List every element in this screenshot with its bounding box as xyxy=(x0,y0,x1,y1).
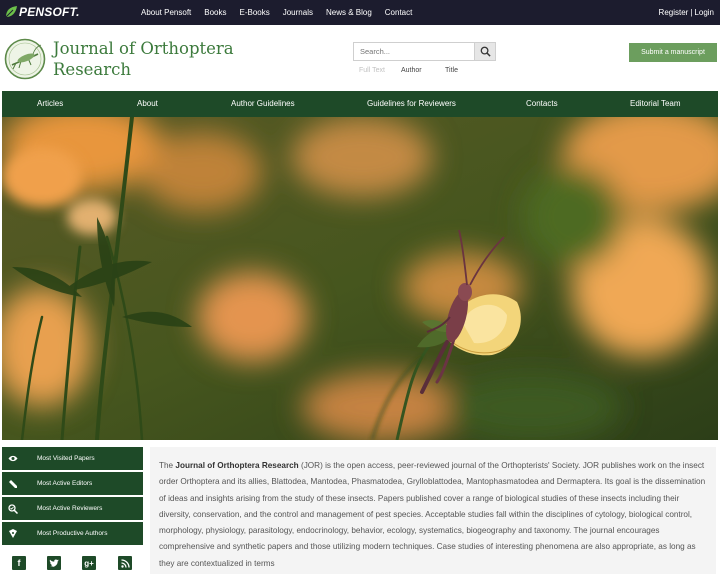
description-intro: The xyxy=(159,461,176,470)
scope-full-text[interactable]: Full Text xyxy=(359,67,385,74)
nav-author-guidelines[interactable]: Author Guidelines xyxy=(231,91,295,117)
sidebar-label: Most Active Reviewers xyxy=(37,505,103,512)
pensoft-logo[interactable]: PENSOFT. xyxy=(4,5,80,19)
sidebar-label: Most Visited Papers xyxy=(37,455,95,462)
search-icon xyxy=(480,46,491,57)
journal-title-line2: Research xyxy=(53,60,132,79)
sidebar-most-productive-authors[interactable]: Most Productive Authors xyxy=(2,522,143,545)
top-nav-about-pensoft[interactable]: About Pensoft xyxy=(141,8,191,17)
sidebar-most-active-editors[interactable]: Most Active Editors xyxy=(2,472,143,495)
user-links: Register | Login xyxy=(659,0,714,25)
search-button[interactable] xyxy=(474,42,496,61)
scope-author[interactable]: Author xyxy=(401,67,422,74)
sidebar-most-visited-papers[interactable]: Most Visited Papers xyxy=(2,447,143,470)
leaf-icon xyxy=(5,6,17,18)
sidebar-most-active-reviewers[interactable]: Most Active Reviewers xyxy=(2,497,143,520)
pen-nib-icon xyxy=(2,528,24,539)
journal-title[interactable]: Journal of Orthoptera Research xyxy=(53,38,234,80)
top-nav-journals[interactable]: Journals xyxy=(283,8,313,17)
journal-name: Journal of Orthoptera Research xyxy=(175,461,299,470)
register-link[interactable]: Register xyxy=(659,8,689,17)
scope-title[interactable]: Title xyxy=(445,67,458,74)
pencil-icon xyxy=(2,479,24,489)
top-nav-contact[interactable]: Contact xyxy=(385,8,413,17)
journal-emblem-icon[interactable] xyxy=(4,38,46,80)
top-bar: PENSOFT. About Pensoft Books E-Books Jou… xyxy=(0,0,720,25)
nav-contacts[interactable]: Contacts xyxy=(526,91,558,117)
separator: | xyxy=(690,8,693,17)
top-nav: About Pensoft Books E-Books Journals New… xyxy=(141,0,425,25)
nav-editorial-team[interactable]: Editorial Team xyxy=(630,91,681,117)
journal-title-line1: Journal of Orthoptera xyxy=(53,39,234,58)
top-nav-ebooks[interactable]: E-Books xyxy=(240,8,270,17)
description-paragraph: The Journal of Orthoptera Research (JOR)… xyxy=(159,458,709,572)
main-nav: Articles About Author Guidelines Guideli… xyxy=(2,91,718,117)
nav-guidelines-reviewers[interactable]: Guidelines for Reviewers xyxy=(367,91,456,117)
brand-name: PENSOFT. xyxy=(19,5,80,19)
rss-icon[interactable] xyxy=(118,556,132,570)
submit-manuscript-button[interactable]: Submit a manuscript xyxy=(629,43,717,62)
top-nav-books[interactable]: Books xyxy=(204,8,226,17)
top-nav-news-blog[interactable]: News & Blog xyxy=(326,8,372,17)
google-plus-icon[interactable]: g+ xyxy=(82,556,96,570)
hero-image xyxy=(2,117,718,440)
magnifier-check-icon xyxy=(2,503,24,514)
twitter-icon[interactable] xyxy=(47,556,61,570)
search-input[interactable] xyxy=(353,42,474,61)
login-link[interactable]: Login xyxy=(694,8,714,17)
sidebar-label: Most Productive Authors xyxy=(37,530,108,537)
nav-about[interactable]: About xyxy=(137,91,158,117)
facebook-icon[interactable]: f xyxy=(12,556,26,570)
description-text: (JOR) is the open access, peer-reviewed … xyxy=(159,461,706,568)
eye-icon xyxy=(2,455,24,462)
journal-description: The Journal of Orthoptera Research (JOR)… xyxy=(150,447,716,574)
nav-articles[interactable]: Articles xyxy=(37,91,63,117)
sidebar-label: Most Active Editors xyxy=(37,480,93,487)
grasshopper-photo xyxy=(2,117,718,440)
